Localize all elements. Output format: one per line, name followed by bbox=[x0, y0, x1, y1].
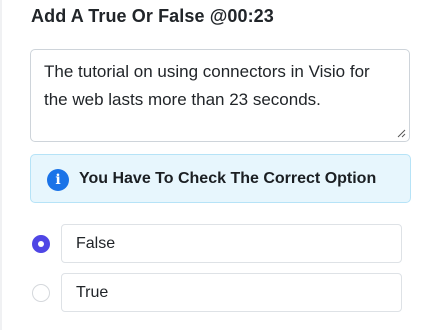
question-title: Add A True Or False @00:23 bbox=[31, 6, 274, 26]
option-true-field[interactable]: True bbox=[61, 273, 402, 312]
option-false-field[interactable]: False bbox=[61, 224, 402, 263]
statement-text: The tutorial on using connectors in Visi… bbox=[44, 62, 370, 109]
statement-textarea[interactable]: The tutorial on using connectors in Visi… bbox=[30, 49, 410, 142]
alert-text: You Have To Check The Correct Option bbox=[79, 170, 377, 187]
radio-false-selected[interactable] bbox=[32, 235, 50, 253]
info-icon: i bbox=[47, 169, 69, 191]
option-true[interactable]: True bbox=[30, 273, 402, 313]
panel-edge bbox=[0, 0, 2, 330]
true-false-editor: Add A True Or False @00:23 The tutorial … bbox=[0, 0, 426, 330]
option-false[interactable]: False bbox=[30, 224, 402, 264]
option-label: False bbox=[76, 235, 116, 252]
info-alert: i You Have To Check The Correct Option bbox=[30, 154, 411, 203]
resize-handle-icon[interactable] bbox=[396, 128, 406, 138]
radio-true[interactable] bbox=[32, 284, 50, 302]
option-label: True bbox=[76, 284, 109, 301]
